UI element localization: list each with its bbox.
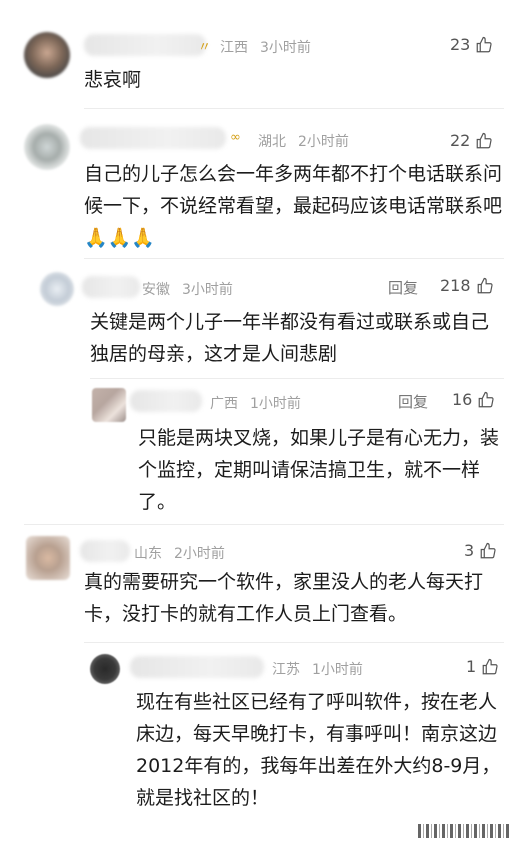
username-blurred bbox=[80, 127, 226, 149]
comment-text: 自己的儿子怎么会一年多两年都不打个电话联系问候一下，不说经常看望，最起码应该电话… bbox=[84, 163, 503, 249]
badge-icon: ∞ bbox=[230, 130, 241, 145]
username-blurred bbox=[130, 390, 202, 412]
like-count: 3 bbox=[464, 541, 475, 560]
divider bbox=[84, 108, 504, 109]
comment-time: 2小时前 bbox=[174, 546, 225, 562]
like-button[interactable]: 16 bbox=[452, 390, 495, 409]
comment-location: 广西 bbox=[210, 396, 238, 412]
like-button[interactable]: 218 bbox=[440, 276, 494, 295]
divider bbox=[84, 258, 504, 259]
username-blurred bbox=[82, 276, 140, 298]
avatar[interactable] bbox=[24, 32, 70, 78]
comment-text: 关键是两个儿子一年半都没有看过或联系或自己独居的母亲，这才是人间悲剧 bbox=[90, 311, 490, 365]
like-count: 22 bbox=[450, 131, 471, 150]
comment-text: 悲哀啊 bbox=[84, 69, 142, 91]
comment-time: 1小时前 bbox=[250, 396, 301, 412]
comment-location: 江苏 bbox=[272, 662, 300, 678]
reply-button[interactable]: 回复 bbox=[398, 391, 428, 412]
comment-text: 只能是两块叉烧，如果儿子是有心无力，装个监控，定期叫请保洁搞卫生，就不一样了。 bbox=[138, 427, 500, 513]
comment-time: 3小时前 bbox=[182, 282, 233, 298]
comment-text: 现在有些社区已经有了呼叫软件，按在老人床边，每天早晚打卡，有事呼叫！南京这边20… bbox=[136, 691, 501, 809]
divider bbox=[84, 642, 504, 643]
comment-text: 真的需要研究一个软件，家里没人的老人每天打卡，没打卡的就有工作人员上门查看。 bbox=[84, 571, 484, 625]
thumbs-up-icon bbox=[480, 542, 496, 558]
username-blurred bbox=[84, 34, 206, 56]
reply-button[interactable]: 回复 bbox=[388, 277, 418, 298]
divider bbox=[24, 524, 504, 525]
divider bbox=[90, 378, 504, 379]
like-count: 218 bbox=[440, 276, 471, 295]
comment-location: 安徽 bbox=[142, 282, 170, 298]
like-button[interactable]: 3 bbox=[464, 541, 497, 560]
comment-location: 山东 bbox=[134, 546, 162, 562]
avatar[interactable] bbox=[26, 536, 70, 580]
like-button[interactable]: 22 bbox=[450, 131, 493, 150]
thumbs-up-icon bbox=[482, 658, 498, 674]
watermark-pattern bbox=[418, 824, 510, 838]
like-count: 16 bbox=[452, 390, 473, 409]
like-count: 1 bbox=[466, 657, 477, 676]
comment-location: 湖北 bbox=[258, 134, 286, 150]
username-blurred bbox=[130, 656, 264, 678]
avatar[interactable] bbox=[92, 388, 126, 422]
comment-time: 3小时前 bbox=[260, 40, 311, 56]
comment-location: 江西 bbox=[220, 40, 248, 56]
like-button[interactable]: 1 bbox=[466, 657, 499, 676]
avatar[interactable] bbox=[24, 124, 70, 170]
avatar[interactable] bbox=[40, 272, 74, 306]
thumbs-up-icon bbox=[477, 132, 492, 148]
thumbs-up-icon bbox=[477, 277, 493, 293]
like-count: 23 bbox=[450, 35, 471, 54]
username-blurred bbox=[80, 540, 130, 562]
comment-time: 2小时前 bbox=[298, 134, 349, 150]
comment-time: 1小时前 bbox=[312, 662, 363, 678]
badge-icon: 〃 bbox=[198, 40, 212, 55]
thumbs-up-icon bbox=[477, 36, 492, 52]
avatar[interactable] bbox=[90, 654, 120, 684]
thumbs-up-icon bbox=[479, 391, 494, 407]
like-button[interactable]: 23 bbox=[450, 35, 493, 54]
